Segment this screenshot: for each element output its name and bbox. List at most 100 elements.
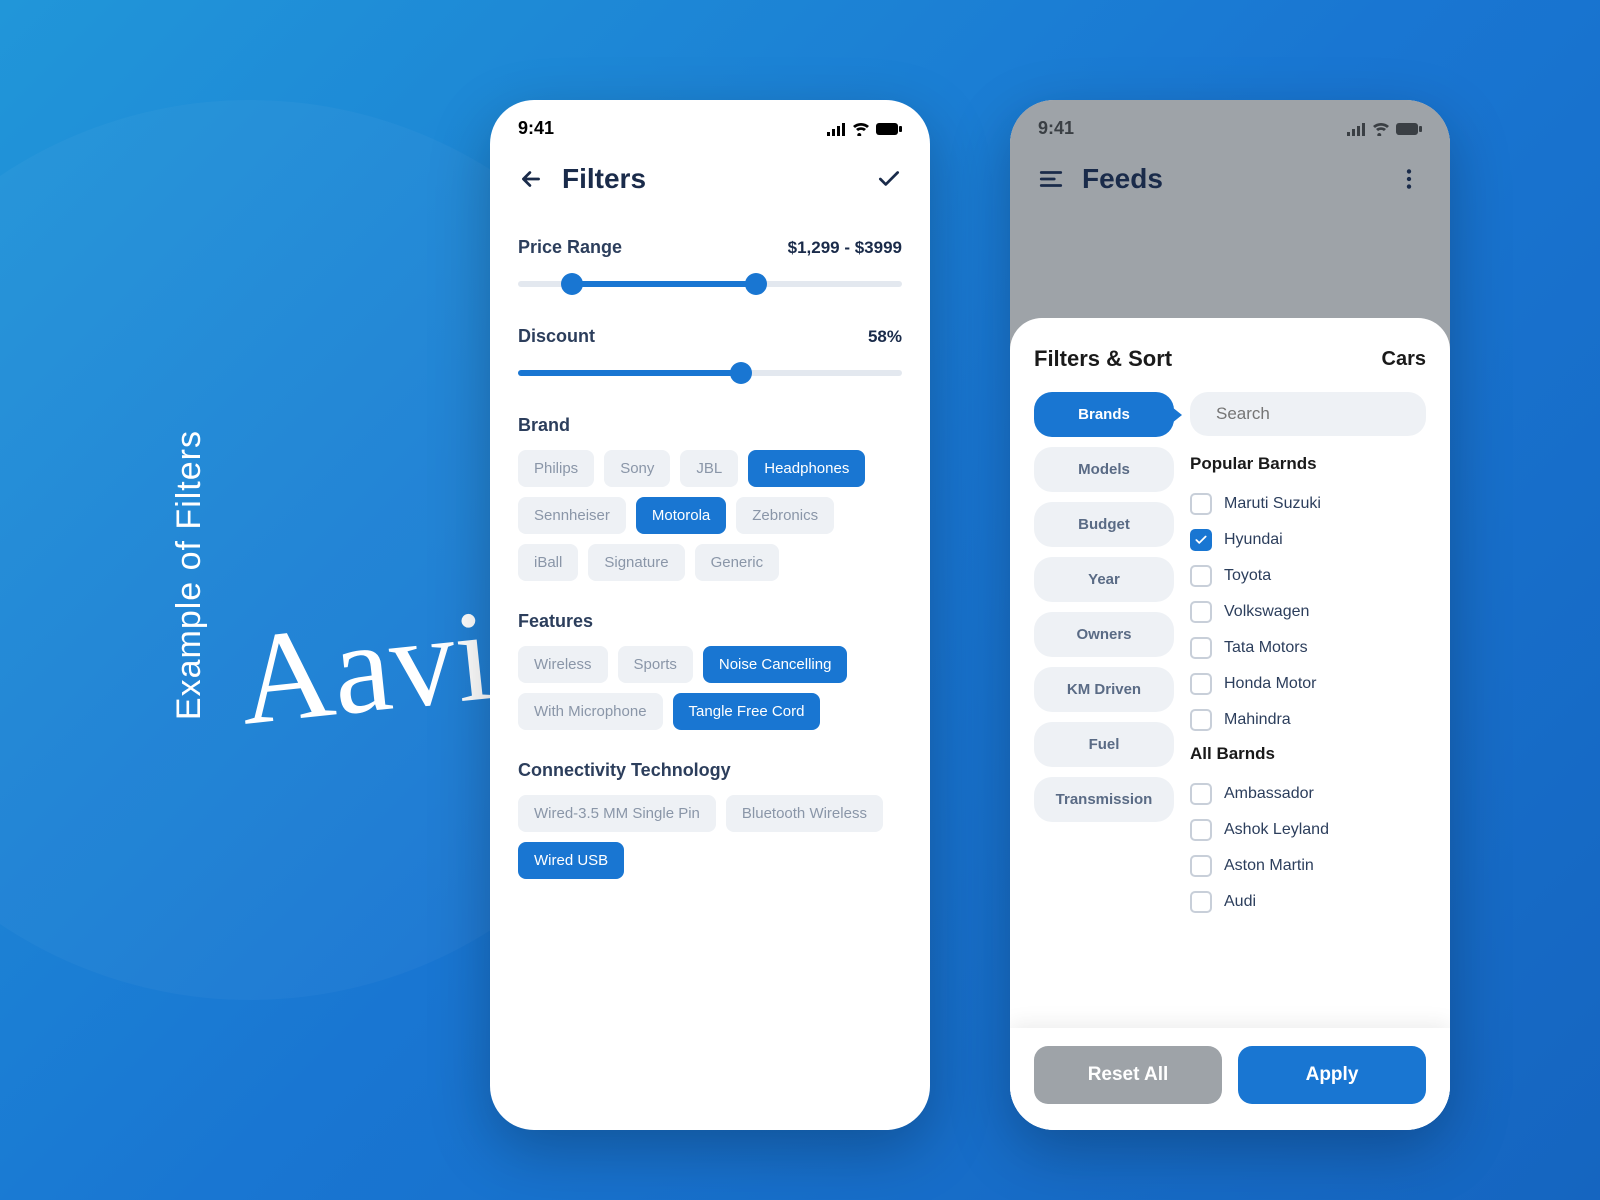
brand-option[interactable]: Toyota <box>1190 558 1426 594</box>
reset-button[interactable]: Reset All <box>1034 1046 1222 1104</box>
bottom-bar: Reset All Apply <box>1010 1028 1450 1130</box>
brand-option-label: Toyota <box>1224 567 1271 585</box>
check-icon <box>876 166 902 192</box>
brand-chip[interactable]: Zebronics <box>736 497 834 534</box>
nav-bar: Filters <box>490 149 930 215</box>
brand-option-label: Audi <box>1224 893 1256 911</box>
brand-option[interactable]: Mahindra <box>1190 702 1426 738</box>
brand-option[interactable]: Honda Motor <box>1190 666 1426 702</box>
arrow-left-icon <box>518 166 544 192</box>
brand-option-label: Hyundai <box>1224 531 1283 549</box>
brand-chip[interactable]: iBall <box>518 544 578 581</box>
filter-tab[interactable]: Models <box>1034 447 1174 492</box>
checkbox[interactable] <box>1190 891 1212 913</box>
filter-tab[interactable]: Owners <box>1034 612 1174 657</box>
brand-option-label: Honda Motor <box>1224 675 1317 693</box>
back-button[interactable] <box>518 166 544 192</box>
confirm-button[interactable] <box>876 166 902 192</box>
checkbox[interactable] <box>1190 673 1212 695</box>
filter-tab[interactable]: Fuel <box>1034 722 1174 767</box>
connectivity-chip[interactable]: Bluetooth Wireless <box>726 795 883 832</box>
menu-button[interactable] <box>1038 166 1064 192</box>
slider-knob[interactable] <box>561 273 583 295</box>
filter-tab[interactable]: Budget <box>1034 502 1174 547</box>
brand-option[interactable]: Volkswagen <box>1190 594 1426 630</box>
brand-option[interactable]: Aston Martin <box>1190 848 1426 884</box>
signal-icon <box>1346 122 1366 136</box>
brand-chip[interactable]: Philips <box>518 450 594 487</box>
connectivity-chip[interactable]: Wired-3.5 MM Single Pin <box>518 795 716 832</box>
brand-option[interactable]: Maruti Suzuki <box>1190 486 1426 522</box>
status-icons <box>1346 122 1422 136</box>
menu-icon <box>1038 166 1064 192</box>
price-range-label: Price Range <box>518 237 622 258</box>
brand-option[interactable]: Hyundai <box>1190 522 1426 558</box>
price-range-value: $1,299 - $3999 <box>788 238 902 258</box>
checkbox[interactable] <box>1190 601 1212 623</box>
status-time: 9:41 <box>1038 118 1074 139</box>
popular-brands-label: Popular Barnds <box>1190 454 1426 474</box>
checkbox[interactable] <box>1190 493 1212 515</box>
page-title: Filters <box>562 163 646 195</box>
brand-chip[interactable]: Headphones <box>748 450 865 487</box>
checkbox[interactable] <box>1190 783 1212 805</box>
brand-option[interactable]: Tata Motors <box>1190 630 1426 666</box>
search-input[interactable] <box>1216 404 1426 424</box>
checkbox[interactable] <box>1190 565 1212 587</box>
filter-sheet: Filters & Sort Cars Brands Models Budget Ye… <box>1010 318 1450 1130</box>
brand-option[interactable]: Ambassador <box>1190 776 1426 812</box>
checkbox[interactable] <box>1190 855 1212 877</box>
brand-option-label: Aston Martin <box>1224 857 1314 875</box>
connectivity-chip[interactable]: Wired USB <box>518 842 624 879</box>
brand-chip[interactable]: Sony <box>604 450 670 487</box>
brand-section-label: Brand <box>518 415 902 436</box>
price-range-slider[interactable] <box>518 272 902 296</box>
feature-chip[interactable]: Wireless <box>518 646 608 683</box>
feature-chip[interactable]: Tangle Free Cord <box>673 693 821 730</box>
feature-chip[interactable]: Sports <box>618 646 693 683</box>
status-icons <box>826 122 902 136</box>
apply-button[interactable]: Apply <box>1238 1046 1426 1104</box>
wifi-icon <box>852 122 870 136</box>
search-box[interactable] <box>1190 392 1426 436</box>
brand-chip[interactable]: Motorola <box>636 497 726 534</box>
feature-chip[interactable]: With Microphone <box>518 693 663 730</box>
brand-option-label: Ambassador <box>1224 785 1314 803</box>
sheet-category: Cars <box>1382 348 1426 371</box>
filter-tab[interactable]: Transmission <box>1034 777 1174 822</box>
sheet-title: Filters & Sort <box>1034 346 1172 372</box>
brand-chip[interactable]: Sennheiser <box>518 497 626 534</box>
filter-tab[interactable]: Year <box>1034 557 1174 602</box>
wifi-icon <box>1372 122 1390 136</box>
features-section-label: Features <box>518 611 902 632</box>
checkbox[interactable] <box>1190 529 1212 551</box>
checkbox[interactable] <box>1190 709 1212 731</box>
feature-chip[interactable]: Noise Cancelling <box>703 646 848 683</box>
status-bar: 9:41 <box>490 100 930 149</box>
more-vertical-icon <box>1396 166 1422 192</box>
phone-feeds: 9:41 Feeds Filters & Sort Cars Brands Mod… <box>1010 100 1450 1130</box>
more-button[interactable] <box>1396 166 1422 192</box>
checkbox[interactable] <box>1190 819 1212 841</box>
discount-slider[interactable] <box>518 361 902 385</box>
connectivity-section-label: Connectivity Technology <box>518 760 902 781</box>
filter-tab[interactable]: Brands <box>1034 392 1174 437</box>
brand-logo: Aavi <box>234 603 496 733</box>
discount-value: 58% <box>868 327 902 347</box>
slider-knob[interactable] <box>730 362 752 384</box>
brand-chip[interactable]: Generic <box>695 544 780 581</box>
page-title: Feeds <box>1082 163 1163 195</box>
checkbox[interactable] <box>1190 637 1212 659</box>
battery-icon <box>876 122 902 136</box>
brand-option-label: Maruti Suzuki <box>1224 495 1321 513</box>
brand-option[interactable]: Ashok Leyland <box>1190 812 1426 848</box>
brand-chip[interactable]: JBL <box>680 450 738 487</box>
brand-option-label: Volkswagen <box>1224 603 1309 621</box>
brand-option-label: Tata Motors <box>1224 639 1308 657</box>
slider-knob[interactable] <box>745 273 767 295</box>
filter-tab[interactable]: KM Driven <box>1034 667 1174 712</box>
brand-chip[interactable]: Signature <box>588 544 684 581</box>
brand-option[interactable]: Audi <box>1190 884 1426 920</box>
status-time: 9:41 <box>518 118 554 139</box>
subtitle-text: Example of Filters <box>170 430 209 720</box>
